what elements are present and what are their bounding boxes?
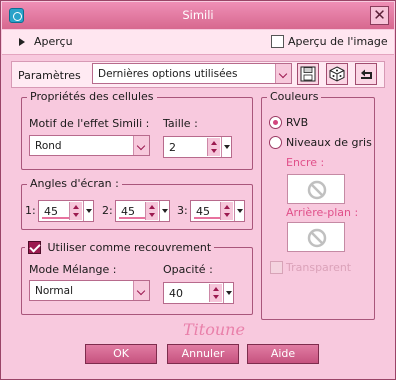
opacity-dropdown-icon[interactable] [223, 283, 233, 303]
rvb-label[interactable]: RVB [286, 116, 308, 129]
gris-radio[interactable] [269, 136, 282, 149]
angle-2-dropdown-icon[interactable] [159, 201, 169, 221]
window-title: Simili [182, 8, 214, 22]
overlay-title: Utiliser comme recouvrement [47, 240, 212, 254]
motif-select[interactable]: Rond [29, 135, 150, 156]
angle-2-stepper-icon[interactable] [145, 202, 158, 220]
preset-value: Dernières options utilisées [98, 68, 238, 80]
motif-value: Rond [35, 140, 62, 152]
chevron-down-icon[interactable] [133, 136, 149, 155]
screen-angles-title: Angles d'écran : [27, 177, 122, 190]
apercu-image-label: Aperçu de l'image [288, 35, 388, 48]
taille-dropdown-icon[interactable] [221, 137, 231, 157]
angle-1-slider[interactable] [42, 217, 72, 219]
floppy-icon [300, 66, 316, 82]
overlay-checkbox[interactable] [28, 240, 41, 254]
dice-icon [329, 66, 345, 82]
gris-label[interactable]: Niveaux de gris [286, 136, 372, 149]
blend-mode-value: Normal [35, 285, 73, 297]
cell-properties-group: Propriétés des cellules [21, 90, 253, 170]
apercu-image-option[interactable]: Aperçu de l'image [271, 35, 388, 48]
opacity-value: 40 [169, 287, 183, 300]
angle-2-spinner[interactable]: 45 [115, 200, 170, 222]
angle-1-spinner[interactable]: 45 [38, 200, 94, 222]
taille-value: 2 [169, 141, 176, 154]
blend-mode-select[interactable]: Normal [29, 280, 150, 301]
preset-select[interactable]: Dernières options utilisées [92, 63, 292, 84]
angle-1-label: 1: [25, 204, 36, 217]
parametres-label: Paramètres [18, 69, 81, 82]
save-preset-button[interactable] [297, 63, 319, 85]
close-icon: ✕ [373, 6, 386, 24]
angle-3-stepper-icon[interactable] [220, 202, 233, 220]
apercu-image-checkbox[interactable] [271, 35, 284, 48]
encre-color-swatch[interactable] [287, 174, 345, 204]
couleurs-title: Couleurs [267, 90, 322, 103]
encre-label: Encre : [286, 156, 325, 169]
title-bar[interactable]: Simili ✕ [2, 2, 394, 29]
angle-1-stepper-icon[interactable] [69, 202, 82, 220]
angle-1-dropdown-icon[interactable] [83, 201, 93, 221]
opacity-stepper-icon[interactable] [209, 284, 222, 302]
overlay-option[interactable]: Utiliser comme recouvrement [25, 240, 215, 254]
annuler-button[interactable]: Annuler [167, 344, 239, 364]
reset-arrow-icon [361, 69, 372, 79]
arriere-plan-label: Arrière-plan : [286, 206, 359, 219]
transparent-checkbox[interactable] [270, 261, 283, 274]
arriere-plan-color-swatch[interactable] [287, 222, 345, 252]
close-button[interactable]: ✕ [370, 6, 389, 25]
opacity-label: Opacité : [163, 263, 213, 276]
random-button[interactable] [326, 63, 348, 85]
expand-triangle-icon[interactable] [19, 38, 25, 46]
transparent-label: Transparent [286, 261, 352, 274]
reset-button[interactable] [355, 63, 377, 85]
no-symbol-icon [307, 180, 327, 200]
watermark-logo: Titoune [183, 320, 245, 339]
no-symbol-icon [307, 228, 327, 248]
chevron-down-icon[interactable] [133, 281, 149, 300]
chevron-down-icon[interactable] [275, 64, 291, 83]
angle-2-label: 2: [102, 204, 113, 217]
mode-label: Mode Mélange : [29, 263, 117, 276]
rvb-radio[interactable] [269, 116, 282, 129]
parametres-bar: Paramètres Dernières options utilisées [11, 61, 385, 88]
aide-button[interactable]: Aide [247, 344, 319, 364]
motif-label: Motif de l'effet Simili : [29, 117, 150, 130]
angle-3-spinner[interactable]: 45 [190, 200, 245, 222]
cell-properties-title: Propriétés des cellules [27, 90, 157, 103]
taille-stepper-icon[interactable] [207, 138, 220, 156]
apercu-bar: Aperçu Aperçu de l'image [2, 30, 394, 55]
ok-button[interactable]: OK [85, 344, 157, 364]
angle-3-dropdown-icon[interactable] [234, 201, 244, 221]
simili-dialog: Simili ✕ Aperçu Aperçu de l'image Paramè… [0, 0, 396, 380]
angle-3-label: 3: [177, 204, 188, 217]
opacity-spinner[interactable]: 40 [163, 282, 234, 304]
apercu-toggle[interactable]: Aperçu [34, 35, 73, 48]
taille-label: Taille : [163, 117, 198, 130]
taille-spinner[interactable]: 2 [163, 136, 232, 158]
